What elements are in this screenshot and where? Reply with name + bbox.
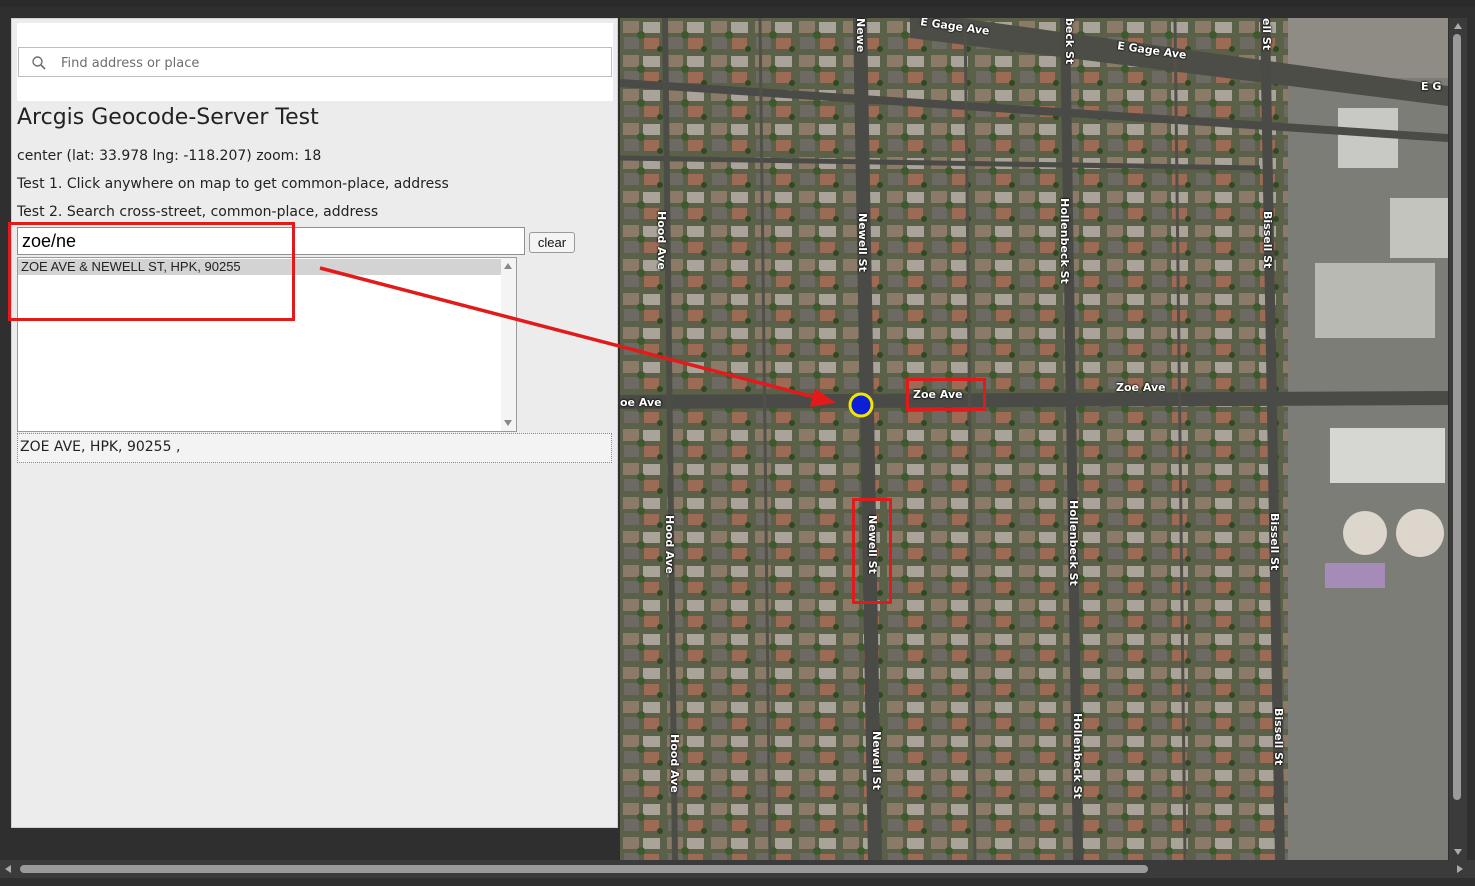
map-label-newell-st: Newell St [856, 213, 869, 272]
annotation-box [906, 378, 986, 411]
map-label-bissell-st: Bissell St [1261, 211, 1274, 269]
horizontal-scrollbar[interactable] [0, 860, 1475, 878]
scrollbar-thumb[interactable] [1453, 34, 1461, 800]
test2-instructions: Test 2. Search cross-street, common-plac… [17, 204, 379, 220]
location-marker-icon[interactable] [846, 390, 876, 420]
search-box[interactable] [18, 47, 612, 77]
clear-button[interactable]: clear [529, 232, 575, 253]
arrow-left-icon[interactable] [5, 865, 11, 873]
annotation-box [8, 222, 295, 321]
arrow-down-icon[interactable] [1454, 849, 1462, 855]
arrow-up-icon[interactable] [1454, 23, 1462, 29]
map-label-hollenbeck-st: beck St [1063, 18, 1076, 65]
map-label-bissell-st: ell St [1260, 18, 1273, 51]
map-label-hood-ave: Hood Ave [663, 515, 676, 574]
map-label-hollenbeck-st: Hollenbeck St [1067, 500, 1080, 586]
search-input[interactable] [59, 52, 603, 74]
test1-instructions: Test 1. Click anywhere on map to get com… [17, 176, 449, 192]
scroll-up-icon[interactable] [504, 263, 512, 269]
vertical-scrollbar[interactable] [1449, 18, 1467, 860]
map-view[interactable]: E Gage Ave E Gage Ave E G oe Ave Zoe Ave… [620, 18, 1448, 860]
map-label-zoe-ave: oe Ave [620, 396, 662, 409]
search-icon [32, 56, 46, 70]
page-title: Arcgis Geocode-Server Test [17, 105, 319, 130]
list-scrollbar[interactable] [501, 258, 516, 431]
annotation-box [852, 498, 892, 604]
center-info: center (lat: 33.978 lng: -118.207) zoom:… [17, 148, 322, 164]
scroll-down-icon[interactable] [504, 420, 512, 426]
map-label-hollenbeck-st: Hollenbeck St [1058, 198, 1071, 284]
map-label-newell-st: Newell St [870, 731, 883, 790]
search-widget [17, 23, 613, 101]
map-label-e-gage-ave: E G [1421, 80, 1442, 93]
arrow-right-icon[interactable] [1457, 865, 1463, 873]
map-label-newell-st: Newe [854, 18, 867, 53]
map-label-bissell-st: Bissell St [1272, 708, 1285, 766]
map-label-hood-ave: Hood Ave [668, 734, 681, 793]
scrollbar-thumb[interactable] [20, 865, 1148, 873]
left-panel: Arcgis Geocode-Server Test center (lat: … [11, 18, 618, 828]
satellite-imagery [620, 18, 1448, 860]
result-box: ZOE AVE, HPK, 90255 , [17, 433, 612, 463]
map-label-hollenbeck-st: Hollenbeck St [1071, 713, 1084, 799]
map-label-zoe-ave: Zoe Ave [1116, 381, 1166, 394]
map-label-hood-ave: Hood Ave [655, 211, 668, 270]
map-label-bissell-st: Bissell St [1268, 513, 1281, 571]
